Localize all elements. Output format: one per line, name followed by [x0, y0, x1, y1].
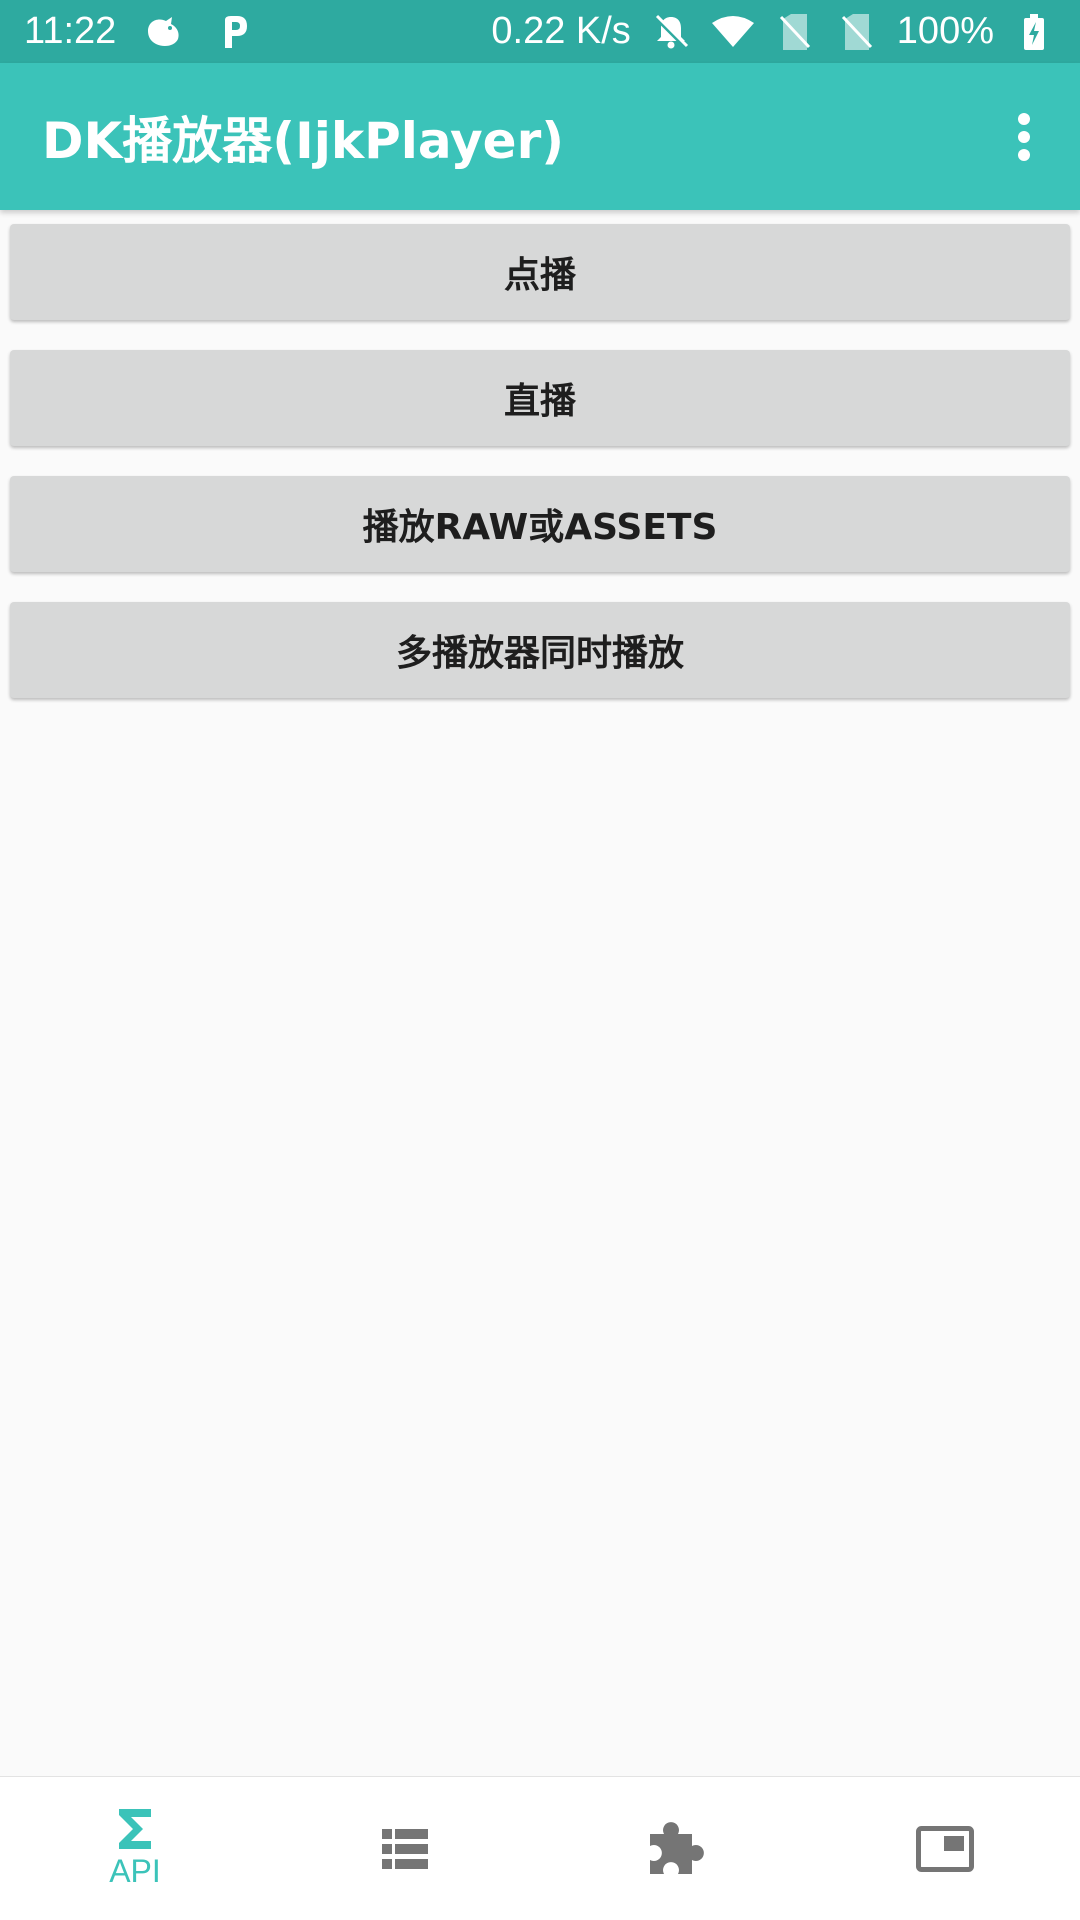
status-bar: 11:22 0.22 K/s 100%: [0, 0, 1080, 63]
play-raw-assets-button[interactable]: 播放RAW或ASSETS: [10, 476, 1070, 572]
battery-charging-icon: [1012, 10, 1056, 54]
nav-item-extensions[interactable]: [540, 1777, 810, 1920]
multi-player-button[interactable]: 多播放器同时播放: [10, 602, 1070, 698]
pip-icon: [916, 1825, 974, 1872]
live-button[interactable]: 直播: [10, 350, 1070, 446]
status-left: 11:22: [24, 10, 256, 54]
bottom-navigation: API: [0, 1776, 1080, 1920]
wifi-icon: [711, 10, 755, 54]
p-icon: [212, 10, 256, 54]
no-sim-icon: [835, 10, 879, 54]
nav-item-api[interactable]: API: [0, 1777, 270, 1920]
battery-percent: 100%: [896, 10, 994, 52]
sigma-icon: [117, 1807, 153, 1851]
app-bar: DK播放器(IjkPlayer): [0, 63, 1080, 210]
overflow-menu-button[interactable]: [994, 97, 1054, 177]
more-vert-icon: [1018, 112, 1030, 161]
bird-icon: [142, 10, 186, 54]
bell-off-icon: [649, 10, 693, 54]
network-speed: 0.22 K/s: [491, 10, 631, 52]
nav-item-list[interactable]: [270, 1777, 540, 1920]
no-sim-icon: [773, 10, 817, 54]
main-content: 点播 直播 播放RAW或ASSETS 多播放器同时播放: [0, 210, 1080, 1776]
app-title: DK播放器(IjkPlayer): [42, 111, 565, 170]
status-right: 0.22 K/s 100%: [491, 10, 1056, 54]
status-time: 11:22: [24, 10, 117, 52]
vod-button[interactable]: 点播: [10, 224, 1070, 320]
puzzle-icon: [646, 1820, 704, 1878]
nav-item-pip[interactable]: [810, 1777, 1080, 1920]
list-icon: [382, 1828, 428, 1869]
nav-label-api: API: [109, 1853, 161, 1889]
